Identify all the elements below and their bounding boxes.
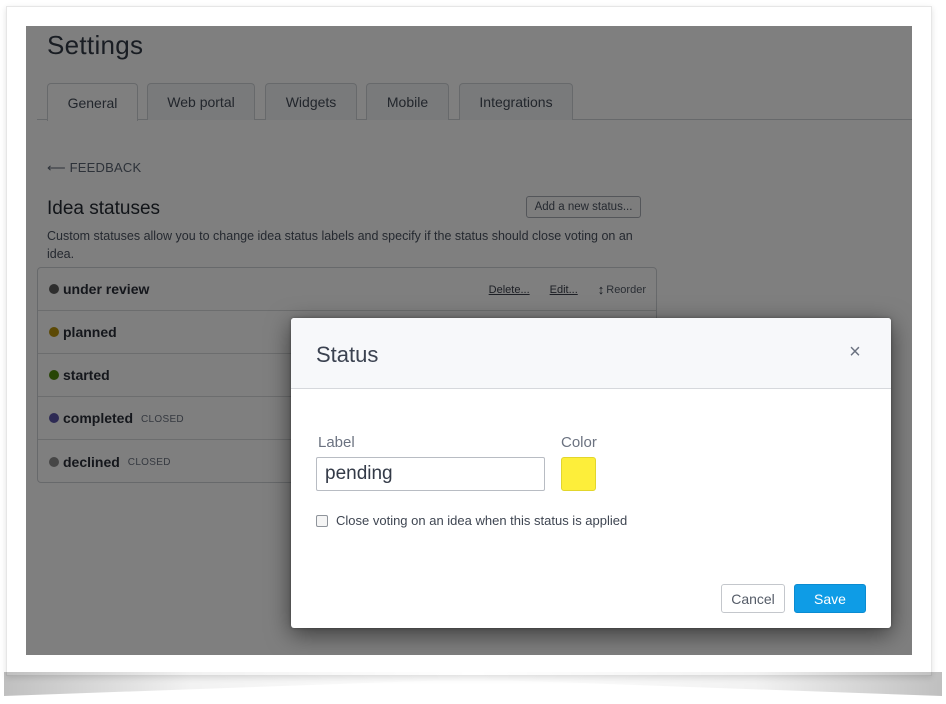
status-dialog: Status × Label Color Close voting on an … [291, 318, 891, 628]
label-field-label: Label [318, 434, 355, 451]
close-voting-checkbox[interactable] [316, 514, 328, 527]
dialog-header: Status × [291, 318, 891, 389]
color-picker-swatch[interactable] [561, 457, 596, 491]
color-field-label: Color [561, 434, 597, 451]
dialog-title: Status [316, 342, 379, 367]
label-input[interactable] [316, 457, 545, 491]
close-voting-label: Close voting on an idea when this status… [336, 513, 628, 528]
app-window: Settings General Web portal Widgets Mobi… [26, 26, 912, 655]
close-icon[interactable]: × [847, 342, 863, 362]
save-button[interactable]: Save [794, 584, 866, 613]
close-voting-option[interactable]: Close voting on an idea when this status… [316, 513, 627, 528]
cancel-button[interactable]: Cancel [721, 584, 785, 613]
frame-shadow [4, 672, 942, 696]
